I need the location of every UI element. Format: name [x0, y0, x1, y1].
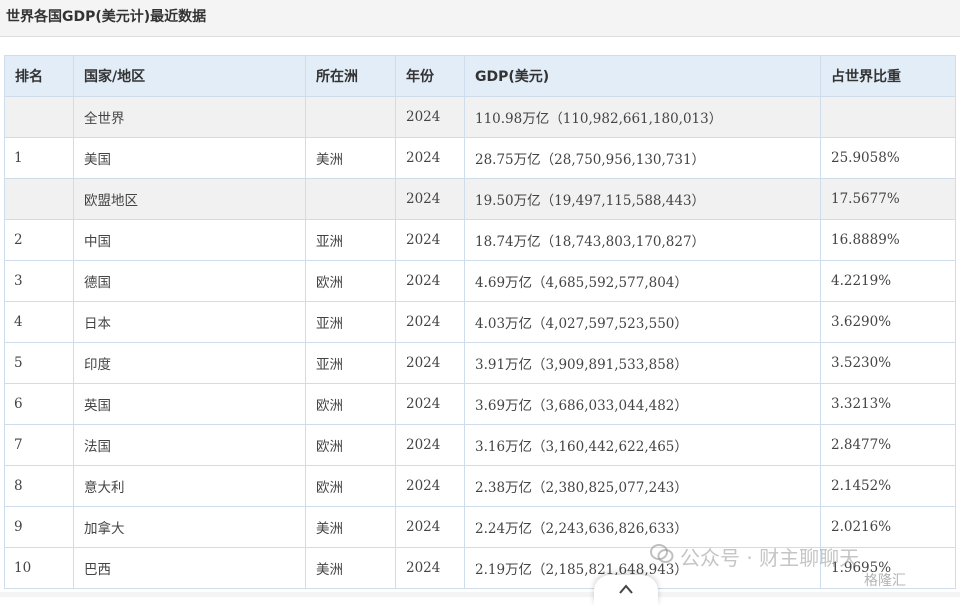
cell-gdp: 19.50万亿（19,497,115,588,443） — [464, 178, 821, 220]
cell-share: 3.6290% — [820, 301, 956, 343]
cell-rank: 4 — [4, 301, 74, 343]
table-row: 7 法国 欧洲 2024 3.16万亿（3,160,442,622,465） 2.8477… — [4, 424, 956, 466]
table-row: 全世界 2024 110.98万亿（110,982,661,180,013） — [4, 96, 956, 138]
cell-year: 2024 — [395, 301, 465, 343]
cell-rank: 9 — [4, 506, 74, 548]
cell-year: 2024 — [395, 96, 465, 138]
cell-country: 印度 — [73, 342, 306, 384]
table-header-row: 排名 国家/地区 所在洲 年份 GDP(美元) 占世界比重 — [4, 55, 956, 97]
cell-year: 2024 — [395, 260, 465, 302]
cell-year: 2024 — [395, 178, 465, 220]
chevron-up-icon — [619, 584, 633, 594]
cell-share — [820, 96, 956, 138]
table-row: 1 美国 美洲 2024 28.75万亿（28,750,956,130,731） 25.9… — [4, 137, 956, 179]
cell-share: 2.8477% — [820, 424, 956, 466]
cell-year: 2024 — [395, 342, 465, 384]
cell-country: 中国 — [73, 219, 306, 261]
cell-country: 美国 — [73, 137, 306, 179]
cell-continent: 欧洲 — [305, 424, 396, 466]
cell-continent: 美洲 — [305, 137, 396, 179]
cell-rank — [4, 178, 74, 220]
cell-continent: 欧洲 — [305, 383, 396, 425]
cell-share: 16.8889% — [820, 219, 956, 261]
cell-country: 德国 — [73, 260, 306, 302]
cell-country: 英国 — [73, 383, 306, 425]
table-row: 2 中国 亚洲 2024 18.74万亿（18,743,803,170,827） 16.8… — [4, 219, 956, 261]
page-title: 世界各国GDP(美元计)最近数据 — [6, 9, 207, 25]
cell-rank: 5 — [4, 342, 74, 384]
table-row: 欧盟地区 2024 19.50万亿（19,497,115,588,443） 17.56… — [4, 178, 956, 220]
cell-gdp: 4.03万亿（4,027,597,523,550） — [464, 301, 821, 343]
cell-rank: 7 — [4, 424, 74, 466]
cell-share: 3.5230% — [820, 342, 956, 384]
cell-share: 3.3213% — [820, 383, 956, 425]
cell-country: 日本 — [73, 301, 306, 343]
cell-rank: 2 — [4, 219, 74, 261]
column-header-year[interactable]: 年份 — [395, 55, 465, 97]
cell-continent: 欧洲 — [305, 260, 396, 302]
cell-year: 2024 — [395, 137, 465, 179]
cell-continent: 美洲 — [305, 547, 396, 589]
cell-rank: 3 — [4, 260, 74, 302]
cell-country: 欧盟地区 — [73, 178, 306, 220]
cell-rank: 10 — [4, 547, 74, 589]
cell-gdp: 110.98万亿（110,982,661,180,013） — [464, 96, 821, 138]
cell-continent: 亚洲 — [305, 342, 396, 384]
scroll-up-button[interactable] — [594, 575, 658, 605]
cell-share: 17.5677% — [820, 178, 956, 220]
cell-share: 4.2219% — [820, 260, 956, 302]
cell-year: 2024 — [395, 219, 465, 261]
table-row: 8 意大利 欧洲 2024 2.38万亿（2,380,825,077,243） 2.145… — [4, 465, 956, 507]
cell-country: 加拿大 — [73, 506, 306, 548]
column-header-country[interactable]: 国家/地区 — [73, 55, 306, 97]
cell-gdp: 2.38万亿（2,380,825,077,243） — [464, 465, 821, 507]
column-header-share[interactable]: 占世界比重 — [820, 55, 956, 97]
cell-continent — [305, 178, 396, 220]
column-header-gdp[interactable]: GDP(美元) — [464, 55, 821, 97]
column-header-rank[interactable]: 排名 — [4, 55, 74, 97]
cell-country: 巴西 — [73, 547, 306, 589]
cell-continent: 亚洲 — [305, 219, 396, 261]
cell-continent — [305, 96, 396, 138]
cell-country: 意大利 — [73, 465, 306, 507]
gdp-table: 排名 国家/地区 所在洲 年份 GDP(美元) 占世界比重 全世界 2024 110… — [4, 55, 956, 589]
brand-watermark: 格隆汇 — [864, 573, 906, 589]
cell-continent: 亚洲 — [305, 301, 396, 343]
column-header-continent[interactable]: 所在洲 — [305, 55, 396, 97]
cell-rank: 1 — [4, 137, 74, 179]
bottom-bar — [0, 592, 960, 597]
table-body: 全世界 2024 110.98万亿（110,982,661,180,013） 1 美国美… — [4, 96, 956, 589]
cell-year: 2024 — [395, 506, 465, 548]
cell-continent: 美洲 — [305, 506, 396, 548]
watermark: 公众号 · 财主聊聊天 — [650, 542, 859, 571]
watermark-text: 公众号 · 财主聊聊天 — [680, 546, 860, 570]
cell-year: 2024 — [395, 547, 465, 589]
cell-gdp: 3.91万亿（3,909,891,533,858） — [464, 342, 821, 384]
cell-year: 2024 — [395, 465, 465, 507]
wechat-icon — [650, 543, 674, 570]
cell-year: 2024 — [395, 424, 465, 466]
cell-gdp: 4.69万亿（4,685,592,577,804） — [464, 260, 821, 302]
cell-share: 2.1452% — [820, 465, 956, 507]
cell-year: 2024 — [395, 383, 465, 425]
cell-rank: 6 — [4, 383, 74, 425]
cell-gdp: 3.16万亿（3,160,442,622,465） — [464, 424, 821, 466]
cell-country: 全世界 — [73, 96, 306, 138]
page-header: 世界各国GDP(美元计)最近数据 — [0, 0, 960, 37]
cell-country: 法国 — [73, 424, 306, 466]
table-row: 3 德国 欧洲 2024 4.69万亿（4,685,592,577,804） 4.2219… — [4, 260, 956, 302]
cell-gdp: 3.69万亿（3,686,033,044,482） — [464, 383, 821, 425]
table-row: 5 印度 亚洲 2024 3.91万亿（3,909,891,533,858） 3.5230… — [4, 342, 956, 384]
cell-rank — [4, 96, 74, 138]
cell-rank: 8 — [4, 465, 74, 507]
cell-gdp: 18.74万亿（18,743,803,170,827） — [464, 219, 821, 261]
cell-share: 25.9058% — [820, 137, 956, 179]
table-row: 6 英国 欧洲 2024 3.69万亿（3,686,033,044,482） 3.3213… — [4, 383, 956, 425]
cell-continent: 欧洲 — [305, 465, 396, 507]
table-row: 4 日本 亚洲 2024 4.03万亿（4,027,597,523,550） 3.6290… — [4, 301, 956, 343]
cell-gdp: 28.75万亿（28,750,956,130,731） — [464, 137, 821, 179]
